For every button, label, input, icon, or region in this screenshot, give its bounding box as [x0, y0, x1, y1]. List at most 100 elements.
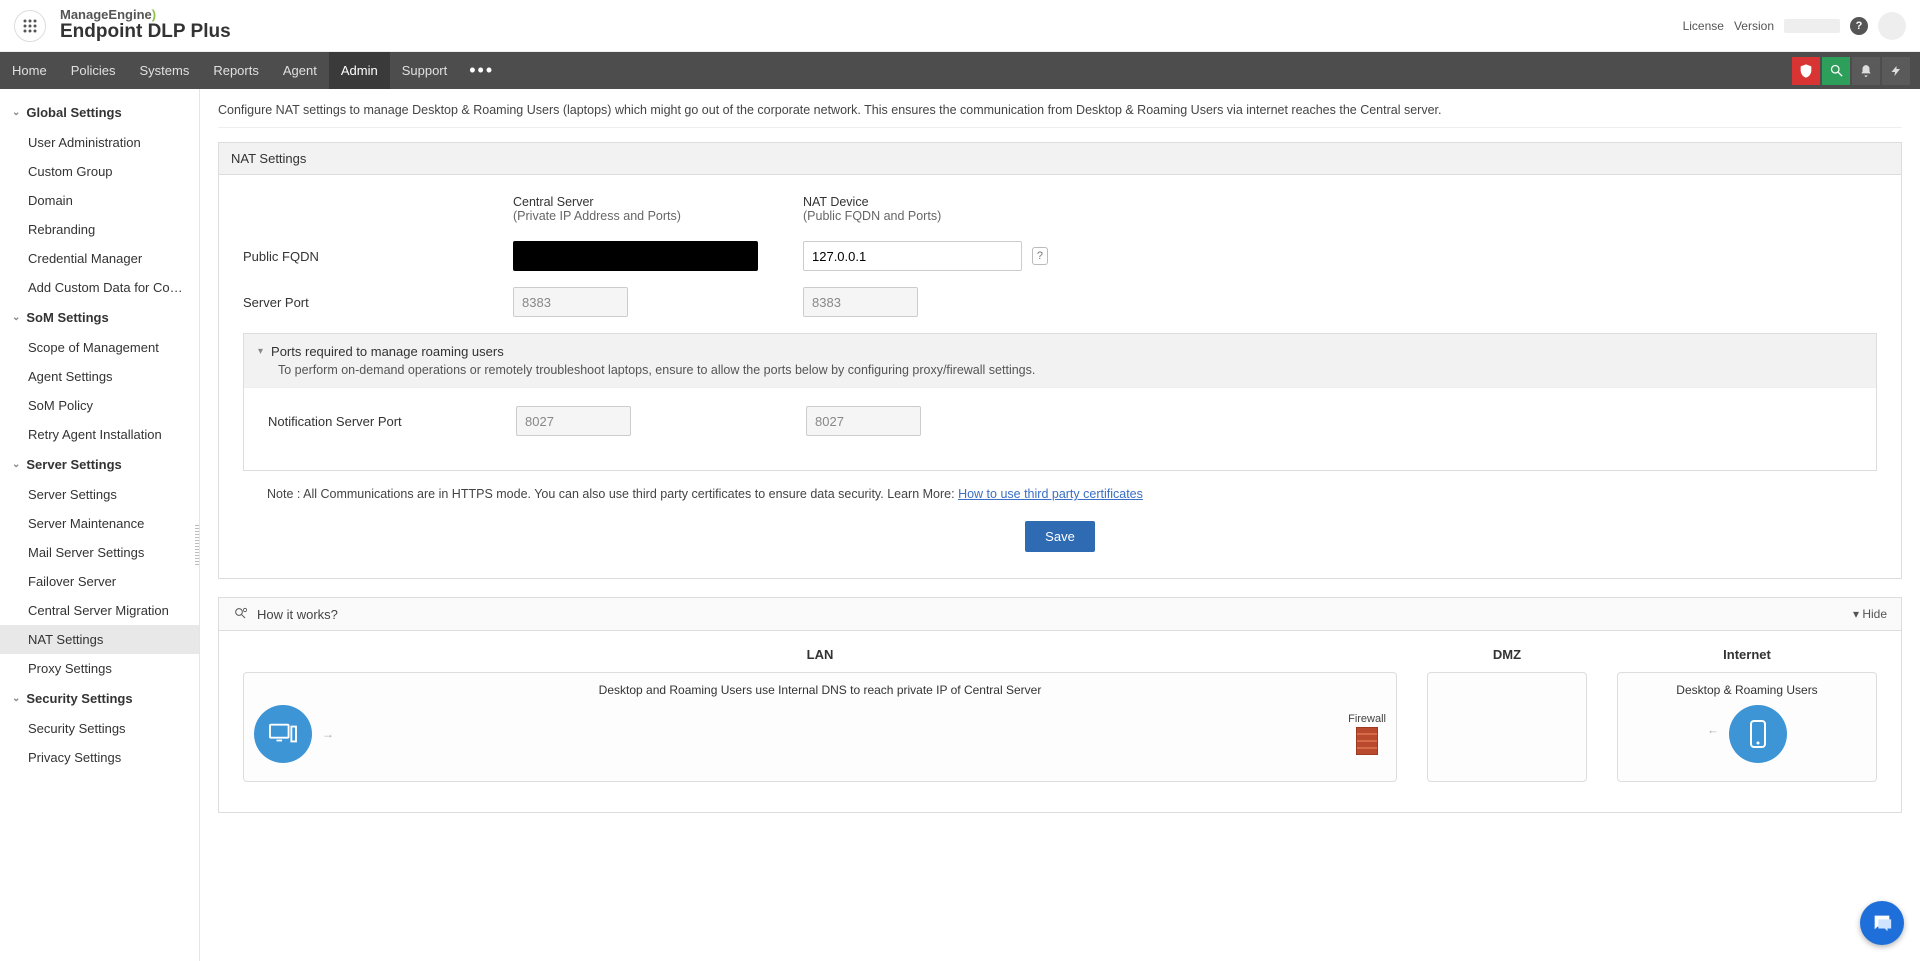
sidebar-item-user-admin[interactable]: User Administration [0, 128, 199, 157]
chevron-down-icon: ⌄ [12, 312, 20, 323]
sidebar-item-rebranding[interactable]: Rebranding [0, 215, 199, 244]
input-server-port-central[interactable] [513, 287, 628, 317]
apps-grid-icon [23, 19, 37, 33]
gear-search-icon [233, 606, 249, 622]
input-server-port-nat[interactable] [803, 287, 918, 317]
sidebar-item-central-migration[interactable]: Central Server Migration [0, 596, 199, 625]
body: ⌄Global Settings User Administration Cus… [0, 89, 1920, 961]
sidebar-item-som-policy[interactable]: SoM Policy [0, 391, 199, 420]
zone-internet-box: Desktop & Roaming Users → [1617, 672, 1877, 782]
arrow-icon: → [1707, 727, 1719, 741]
chevron-down-icon: ⌄ [12, 459, 20, 470]
nav-support[interactable]: Support [390, 52, 460, 89]
input-public-fqdn-central[interactable] [513, 241, 758, 271]
sidebar-item-credential-manager[interactable]: Credential Manager [0, 244, 199, 273]
nav-left: Home Policies Systems Reports Agent Admi… [0, 52, 504, 89]
link-third-party-certs[interactable]: How to use third party certificates [958, 487, 1143, 501]
app-header: ManageEngine) Endpoint DLP Plus License … [0, 0, 1920, 52]
sidebar-item-domain[interactable]: Domain [0, 186, 199, 215]
sidebar-group-som[interactable]: ⌄ SoM Settings [0, 302, 199, 333]
col-central-header: Central Server (Private IP Address and P… [513, 195, 803, 223]
nav-policies[interactable]: Policies [59, 52, 128, 89]
header-left: ManageEngine) Endpoint DLP Plus [14, 8, 231, 43]
https-note: Note : All Communications are in HTTPS m… [243, 471, 1877, 501]
sidebar-item-custom-data[interactable]: Add Custom Data for Comput... [0, 273, 199, 302]
col-nat-header: NAT Device (Public FQDN and Ports) [803, 195, 1093, 223]
sidebar-resize-handle[interactable] [195, 525, 200, 565]
firewall-block: Firewall [1348, 713, 1386, 755]
zones: LAN Desktop and Roaming Users use Intern… [243, 647, 1877, 782]
nav-admin[interactable]: Admin [329, 52, 390, 89]
sidebar-group-server[interactable]: ⌄Server Settings [0, 449, 199, 480]
quick-actions-icon[interactable] [1882, 57, 1910, 85]
sidebar-item-scope[interactable]: Scope of Management [0, 333, 199, 362]
sidebar-item-custom-group[interactable]: Custom Group [0, 157, 199, 186]
firewall-label: Firewall [1348, 713, 1386, 725]
zone-internet-title: Internet [1617, 647, 1877, 662]
sub-panel-body: Notification Server Port [244, 388, 1876, 470]
input-notification-port-nat[interactable] [806, 406, 921, 436]
col-central-sub: (Private IP Address and Ports) [513, 209, 803, 223]
sidebar-item-mail-server[interactable]: Mail Server Settings [0, 538, 199, 567]
ports-sub-panel: ▾ Ports required to manage roaming users… [243, 333, 1877, 471]
nav-more[interactable]: ••• [459, 52, 504, 89]
how-title: How it works? [257, 607, 338, 622]
admin-sidebar: ⌄Global Settings User Administration Cus… [0, 89, 200, 961]
notifications-icon[interactable] [1852, 57, 1880, 85]
nav-agent[interactable]: Agent [271, 52, 329, 89]
sidebar-item-nat[interactable]: NAT Settings [0, 625, 199, 654]
help-icon[interactable]: ? [1850, 17, 1868, 35]
brand-bottom: Endpoint DLP Plus [60, 22, 231, 43]
sidebar-group-label: SoM Settings [26, 310, 108, 325]
chevron-down-icon: ⌄ [12, 693, 20, 704]
sub-panel-title: Ports required to manage roaming users [271, 344, 504, 359]
col-nat-sub: (Public FQDN and Ports) [803, 209, 1093, 223]
brand-block: ManageEngine) Endpoint DLP Plus [60, 8, 231, 43]
sidebar-item-privacy-settings[interactable]: Privacy Settings [0, 743, 199, 772]
nav-home[interactable]: Home [0, 52, 59, 89]
chevron-down-icon: ⌄ [12, 107, 20, 118]
security-alert-icon[interactable] [1792, 57, 1820, 85]
save-button[interactable]: Save [1025, 521, 1095, 552]
note-text: Note : All Communications are in HTTPS m… [267, 487, 958, 501]
sidebar-item-proxy[interactable]: Proxy Settings [0, 654, 199, 683]
nav-reports[interactable]: Reports [201, 52, 271, 89]
sidebar-item-agent-settings[interactable]: Agent Settings [0, 362, 199, 391]
search-icon[interactable] [1822, 57, 1850, 85]
apps-launcher-button[interactable] [14, 10, 46, 42]
mobile-icon [1729, 705, 1787, 763]
hide-toggle[interactable]: ▾ Hide [1853, 607, 1887, 621]
user-avatar[interactable] [1878, 12, 1906, 40]
header-right: License Version ? [1683, 12, 1906, 40]
version-value-redacted [1784, 19, 1840, 33]
how-it-works-panel: How it works? ▾ Hide LAN Desktop and Roa… [218, 597, 1902, 813]
sidebar-group-global[interactable]: ⌄Global Settings [0, 97, 199, 128]
chevron-down-icon[interactable]: ▾ [258, 346, 263, 357]
input-notification-port-central[interactable] [516, 406, 631, 436]
label-server-port: Server Port [243, 295, 513, 310]
help-public-fqdn[interactable]: ? [1032, 247, 1048, 265]
nat-settings-panel: NAT Settings Central Server (Private IP … [218, 142, 1902, 579]
nav-systems[interactable]: Systems [127, 52, 201, 89]
sidebar-item-retry-agent[interactable]: Retry Agent Installation [0, 420, 199, 449]
col-central-title: Central Server [513, 195, 803, 209]
zone-lan-box: Desktop and Roaming Users use Internal D… [243, 672, 1397, 782]
label-notification-port: Notification Server Port [268, 414, 516, 429]
input-public-fqdn-nat[interactable] [803, 241, 1022, 271]
main-nav: Home Policies Systems Reports Agent Admi… [0, 52, 1920, 89]
sidebar-item-failover[interactable]: Failover Server [0, 567, 199, 596]
zone-dmz-title: DMZ [1427, 647, 1587, 662]
license-link[interactable]: License [1683, 19, 1724, 33]
sidebar-item-server-maint[interactable]: Server Maintenance [0, 509, 199, 538]
desktop-icon [254, 705, 312, 763]
how-header: How it works? ▾ Hide [219, 598, 1901, 631]
zone-lan-text: Desktop and Roaming Users use Internal D… [254, 683, 1386, 697]
sidebar-item-security-settings[interactable]: Security Settings [0, 714, 199, 743]
column-headers: Central Server (Private IP Address and P… [243, 195, 1877, 223]
chat-button[interactable] [1860, 901, 1904, 945]
sidebar-item-server-settings[interactable]: Server Settings [0, 480, 199, 509]
sub-panel-header: ▾ Ports required to manage roaming users… [244, 334, 1876, 388]
form-area: Central Server (Private IP Address and P… [219, 175, 1901, 578]
zone-internet: Internet Desktop & Roaming Users → [1617, 647, 1877, 782]
sidebar-group-security[interactable]: ⌄Security Settings [0, 683, 199, 714]
